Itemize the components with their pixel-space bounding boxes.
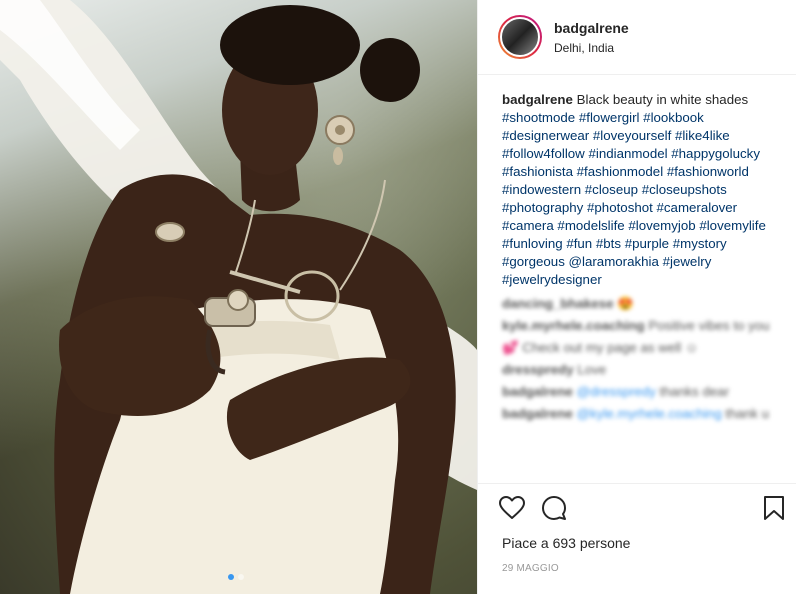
like-button[interactable] bbox=[498, 494, 526, 522]
comment-text: Love bbox=[577, 362, 607, 377]
caption-hashtags[interactable]: #shootmode #flowergirl #lookbook #design… bbox=[502, 110, 766, 287]
comment-item: badgalrene @dresspredy thanks dear bbox=[502, 381, 776, 403]
location-link[interactable]: Delhi, India bbox=[554, 41, 629, 55]
caption: badgalrene Black beauty in white shades … bbox=[502, 91, 776, 289]
comments-section: badgalrene Black beauty in white shades … bbox=[478, 75, 796, 483]
caption-username[interactable]: badgalrene bbox=[502, 92, 573, 107]
comment-username[interactable]: badgalrene bbox=[502, 406, 573, 421]
comment-item: dresspredy Love bbox=[502, 359, 776, 381]
post-sidebar: badgalrene Delhi, India badgalrene Black… bbox=[477, 0, 796, 594]
carousel-dot-active bbox=[228, 574, 234, 580]
comment-text: thanks dear bbox=[659, 384, 730, 399]
photo-illustration bbox=[0, 0, 477, 594]
comment-text: 😍 bbox=[617, 296, 634, 311]
heart-icon bbox=[499, 496, 525, 519]
bookmark-icon bbox=[764, 496, 784, 520]
comment-button[interactable] bbox=[540, 494, 568, 522]
post-container: badgalrene Delhi, India badgalrene Black… bbox=[0, 0, 796, 594]
post-header: badgalrene Delhi, India bbox=[478, 0, 796, 75]
avatar[interactable] bbox=[498, 15, 542, 59]
post-date[interactable]: 29 MAGGIO bbox=[478, 551, 796, 594]
comment-mention[interactable]: @dresspredy bbox=[577, 384, 656, 399]
comment-text: thank u bbox=[725, 406, 770, 421]
header-username[interactable]: badgalrene bbox=[554, 20, 629, 36]
comment-bubble-icon bbox=[542, 496, 566, 520]
comment-username[interactable]: dancing_bhakese bbox=[502, 296, 614, 311]
save-button[interactable] bbox=[760, 494, 788, 522]
comment-username[interactable]: dresspredy bbox=[502, 362, 574, 377]
comment-username[interactable]: kyle.myrhele.coaching bbox=[502, 318, 645, 333]
comment-list: dancing_bhakese 😍 kyle.myrhele.coaching … bbox=[502, 293, 776, 425]
avatar-image bbox=[500, 17, 540, 57]
likes-count[interactable]: Piace a 693 persone bbox=[478, 532, 796, 551]
comment-mention[interactable]: @kyle.myrhele.coaching bbox=[577, 406, 722, 421]
post-photo[interactable] bbox=[0, 0, 477, 594]
action-bar bbox=[478, 483, 796, 532]
comment-item: badgalrene @kyle.myrhele.coaching thank … bbox=[502, 403, 776, 425]
carousel-dot bbox=[238, 574, 244, 580]
caption-text: Black beauty in white shades bbox=[576, 92, 749, 107]
header-meta: badgalrene Delhi, India bbox=[554, 20, 629, 55]
comment-item: dancing_bhakese 😍 bbox=[502, 293, 776, 315]
comment-item: kyle.myrhele.coaching Positive vibes to … bbox=[502, 315, 776, 359]
comment-username[interactable]: badgalrene bbox=[502, 384, 573, 399]
carousel-indicator bbox=[228, 574, 244, 580]
